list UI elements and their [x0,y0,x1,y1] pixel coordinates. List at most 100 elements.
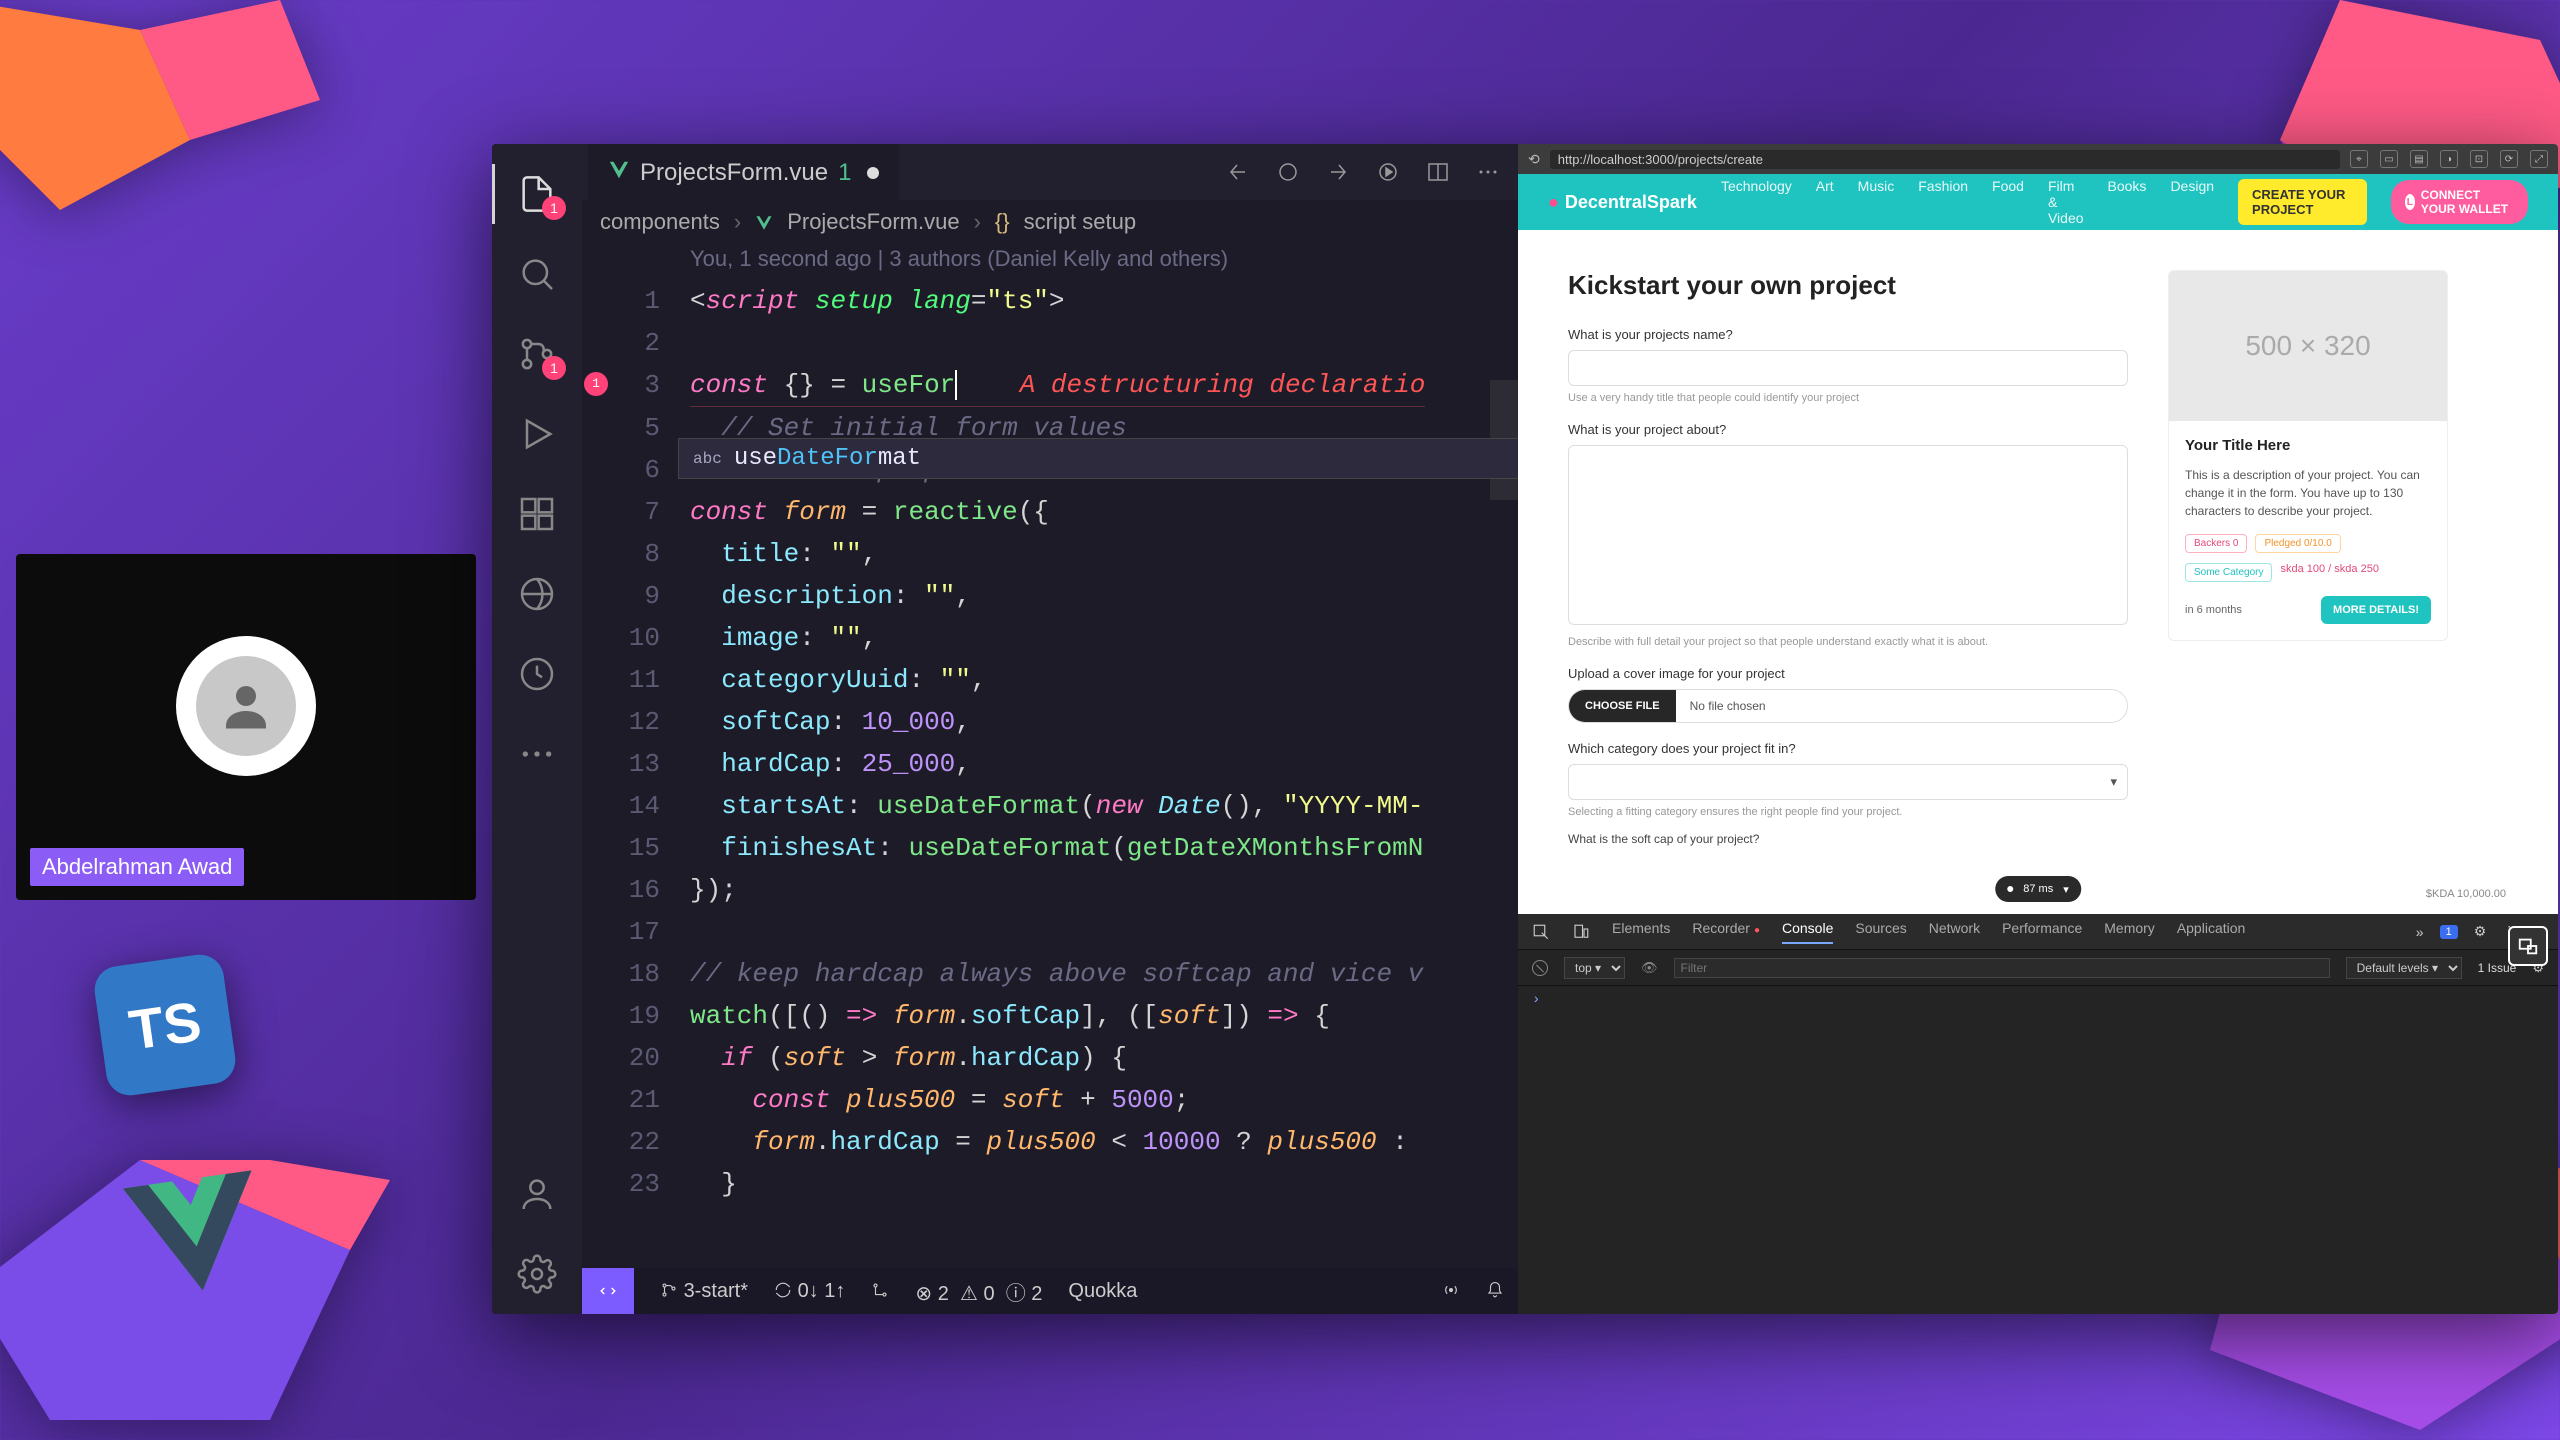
devtools-tab[interactable]: Network [1929,920,1980,944]
code-line[interactable]: 2 [582,322,1518,364]
go-forward-icon[interactable] [1326,160,1350,184]
code-line[interactable]: 12 softCap: 10_000, [582,701,1518,743]
nav-item[interactable]: Music [1858,178,1895,226]
file-input[interactable]: CHOOSE FILE No file chosen [1568,689,2128,723]
status-quokka[interactable]: Quokka [1068,1280,1137,1303]
action-icon[interactable]: ▭ [2380,150,2398,168]
eye-icon[interactable]: 👁 [1641,960,1658,976]
levels-select[interactable]: Default levels ▾ [2346,957,2462,979]
action-icon[interactable]: ⌖ [2350,150,2368,168]
code-line[interactable]: 7const form = reactive({ [582,491,1518,533]
nav-item[interactable]: Art [1816,178,1834,226]
devtools-tab[interactable]: Console [1782,920,1833,944]
status-broadcast-icon[interactable] [1442,1280,1460,1303]
go-back-icon[interactable] [1226,160,1250,184]
action-icon[interactable]: ◑ [2440,150,2458,168]
activity-account[interactable] [492,1154,582,1234]
devtools-tab[interactable]: Elements [1612,920,1670,944]
dot-icon [2007,886,2013,892]
code-line[interactable]: 23 } [582,1163,1518,1205]
category-select[interactable]: ▾ [1568,764,2128,800]
activity-remote[interactable] [492,554,582,634]
devtools-tab[interactable]: Application [2177,920,2246,944]
remote-indicator[interactable] [582,1268,634,1314]
code-line[interactable]: 17 [582,911,1518,953]
status-bell-icon[interactable] [1486,1280,1504,1303]
code-line[interactable]: 14 startsAt: useDateFormat(new Date(), "… [582,785,1518,827]
code-line[interactable]: 15 finishesAt: useDateFormat(getDateXMon… [582,827,1518,869]
activity-explorer[interactable]: 1 [492,154,582,234]
devtools-tab[interactable]: Recorder [1692,920,1760,944]
settings-icon[interactable]: ⚙ [2474,923,2487,940]
code-line[interactable]: 13const {} = useFor A destructuring decl… [582,364,1518,407]
split-icon[interactable] [1426,160,1450,184]
nav-item[interactable]: Books [2108,178,2147,226]
status-sync[interactable]: 0↓ 1↑ [774,1280,845,1303]
code-line[interactable]: 11 categoryUuid: "", [582,659,1518,701]
code-line[interactable]: 10 image: "", [582,617,1518,659]
url-field[interactable]: http://localhost:3000/projects/create [1550,150,2340,169]
activity-extensions[interactable] [492,474,582,554]
more-details-button[interactable]: MORE DETAILS! [2321,596,2431,624]
activity-settings[interactable] [492,1234,582,1314]
action-icon[interactable]: ⟳ [2500,150,2518,168]
activity-scm[interactable]: 1 [492,314,582,394]
project-about-input[interactable] [1568,445,2128,625]
console-body[interactable]: › [1518,986,2558,1314]
code-line[interactable]: 13 hardCap: 25_000, [582,743,1518,785]
issue-badge[interactable]: 1 [2440,925,2458,939]
project-name-input[interactable] [1568,350,2128,386]
action-icon[interactable]: ⊡ [2470,150,2488,168]
card-title: Your Title Here [2185,437,2431,454]
code-line[interactable]: 21 const plus500 = soft + 5000; [582,1079,1518,1121]
nav-item[interactable]: Food [1992,178,2024,226]
status-branch[interactable]: 3-start* [660,1280,748,1303]
action-icon[interactable]: ⤢ [2530,150,2548,168]
code-line[interactable]: 1<script setup lang="ts"> [582,280,1518,322]
form-column: Kickstart your own project What is your … [1568,270,2128,894]
activity-more[interactable] [492,714,582,794]
responsive-toggle[interactable] [2508,926,2548,966]
context-select[interactable]: top ▾ [1564,957,1625,979]
status-prs[interactable] [871,1280,889,1303]
create-project-button[interactable]: CREATE YOUR PROJECT [2238,179,2367,225]
vitals-badge[interactable]: 87 ms ▾ [1995,876,2081,902]
activity-timeline[interactable] [492,634,582,714]
activity-search[interactable] [492,234,582,314]
devtools-tab[interactable]: Memory [2104,920,2155,944]
inspect-icon[interactable] [1532,923,1550,941]
code-line[interactable]: 8 title: "", [582,533,1518,575]
clear-icon[interactable] [1532,960,1548,976]
editor-tab[interactable]: ProjectsForm.vue 1 [588,144,899,200]
status-problems[interactable]: ⊗ 2 ⚠ 0 ⓘ 2 [915,1277,1042,1306]
circle-icon[interactable] [1276,160,1300,184]
devtools-tab[interactable]: Sources [1855,920,1906,944]
code-line[interactable]: 18// keep hardcap always above softcap a… [582,953,1518,995]
reload-icon[interactable]: ⟲ [1528,151,1540,168]
device-icon[interactable] [1572,923,1590,941]
file-value: No file chosen [1676,699,1780,713]
activity-run[interactable] [492,394,582,474]
breadcrumb[interactable]: components › ProjectsForm.vue › {} scrip… [582,200,1518,244]
code-line[interactable]: 19watch([() => form.softCap], ([soft]) =… [582,995,1518,1037]
more-icon[interactable] [1476,160,1500,184]
filter-input[interactable] [1674,958,2330,978]
action-icon[interactable]: ▤ [2410,150,2428,168]
more-icon[interactable]: » [2416,924,2424,940]
site-logo[interactable]: ●DecentralSpark [1548,192,1697,213]
code-editor[interactable]: 1<script setup lang="ts">213const {} = u… [582,280,1518,1314]
choose-file-button[interactable]: CHOOSE FILE [1569,690,1676,722]
devtools-tab[interactable]: Performance [2002,920,2082,944]
nav-item[interactable]: Technology [1721,178,1792,226]
nav-item[interactable]: Fashion [1918,178,1968,226]
nav-item[interactable]: Film & Video [2048,178,2084,226]
code-line[interactable]: 9 description: "", [582,575,1518,617]
connect-wallet-button[interactable]: L CONNECT YOUR WALLET [2391,180,2528,224]
nav-item[interactable]: Design [2170,178,2214,226]
run-icon[interactable] [1376,160,1400,184]
code-line[interactable]: 22 form.hardCap = plus500 < 10000 ? plus… [582,1121,1518,1163]
vitals-value: 87 ms [2023,883,2053,895]
code-line[interactable]: 20 if (soft > form.hardCap) { [582,1037,1518,1079]
code-line[interactable]: 16}); [582,869,1518,911]
autocomplete-popup[interactable]: abc useDateFormat [678,438,1518,479]
